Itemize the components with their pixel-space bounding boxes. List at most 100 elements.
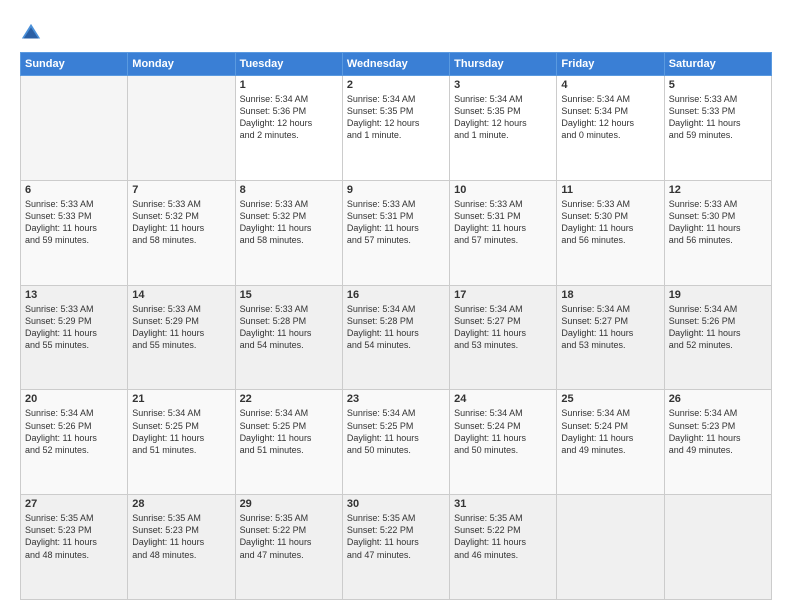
- cell-line: Sunrise: 5:35 AM: [454, 512, 552, 524]
- cell-line: Daylight: 11 hours: [25, 536, 123, 548]
- cell-line: Sunset: 5:34 PM: [561, 105, 659, 117]
- cell-line: Sunset: 5:29 PM: [25, 315, 123, 327]
- cell-line: Sunrise: 5:34 AM: [454, 407, 552, 419]
- cell-line: Daylight: 11 hours: [454, 536, 552, 548]
- cell-line: Sunset: 5:23 PM: [669, 420, 767, 432]
- day-number: 26: [669, 393, 767, 405]
- calendar-cell: 22Sunrise: 5:34 AMSunset: 5:25 PMDayligh…: [235, 390, 342, 495]
- cell-line: Daylight: 11 hours: [561, 327, 659, 339]
- cell-line: Sunset: 5:33 PM: [669, 105, 767, 117]
- calendar-header-wednesday: Wednesday: [342, 53, 449, 76]
- cell-line: Sunset: 5:24 PM: [561, 420, 659, 432]
- day-number: 19: [669, 289, 767, 301]
- cell-line: Daylight: 11 hours: [25, 432, 123, 444]
- cell-line: and 55 minutes.: [132, 339, 230, 351]
- day-number: 1: [240, 79, 338, 91]
- cell-line: Daylight: 12 hours: [454, 117, 552, 129]
- cell-line: Sunrise: 5:33 AM: [454, 198, 552, 210]
- cell-line: Daylight: 11 hours: [240, 327, 338, 339]
- cell-line: Sunset: 5:36 PM: [240, 105, 338, 117]
- day-number: 4: [561, 79, 659, 91]
- cell-line: Sunset: 5:26 PM: [25, 420, 123, 432]
- cell-line: Sunset: 5:22 PM: [454, 524, 552, 536]
- calendar-cell: 17Sunrise: 5:34 AMSunset: 5:27 PMDayligh…: [450, 285, 557, 390]
- cell-line: and 58 minutes.: [132, 234, 230, 246]
- cell-line: and 46 minutes.: [454, 549, 552, 561]
- header: [20, 18, 772, 44]
- cell-line: Sunrise: 5:34 AM: [240, 407, 338, 419]
- calendar-cell: 20Sunrise: 5:34 AMSunset: 5:26 PMDayligh…: [21, 390, 128, 495]
- cell-line: Sunset: 5:25 PM: [240, 420, 338, 432]
- cell-line: Daylight: 11 hours: [25, 327, 123, 339]
- cell-line: and 59 minutes.: [25, 234, 123, 246]
- cell-line: Sunrise: 5:33 AM: [669, 198, 767, 210]
- cell-line: Sunrise: 5:34 AM: [561, 93, 659, 105]
- cell-line: Sunrise: 5:33 AM: [25, 198, 123, 210]
- calendar-cell: 8Sunrise: 5:33 AMSunset: 5:32 PMDaylight…: [235, 180, 342, 285]
- cell-line: Sunrise: 5:33 AM: [240, 198, 338, 210]
- cell-line: Sunrise: 5:34 AM: [669, 303, 767, 315]
- day-number: 31: [454, 498, 552, 510]
- calendar-cell: 16Sunrise: 5:34 AMSunset: 5:28 PMDayligh…: [342, 285, 449, 390]
- cell-line: Daylight: 12 hours: [561, 117, 659, 129]
- cell-line: and 47 minutes.: [347, 549, 445, 561]
- cell-line: and 56 minutes.: [561, 234, 659, 246]
- calendar-cell: 23Sunrise: 5:34 AMSunset: 5:25 PMDayligh…: [342, 390, 449, 495]
- cell-line: Sunrise: 5:33 AM: [347, 198, 445, 210]
- cell-line: Sunset: 5:35 PM: [347, 105, 445, 117]
- day-number: 22: [240, 393, 338, 405]
- calendar-cell: 19Sunrise: 5:34 AMSunset: 5:26 PMDayligh…: [664, 285, 771, 390]
- day-number: 3: [454, 79, 552, 91]
- calendar-week-row: 20Sunrise: 5:34 AMSunset: 5:26 PMDayligh…: [21, 390, 772, 495]
- cell-line: Sunset: 5:33 PM: [25, 210, 123, 222]
- cell-line: Sunset: 5:31 PM: [454, 210, 552, 222]
- logo-icon: [20, 22, 42, 44]
- day-number: 21: [132, 393, 230, 405]
- day-number: 6: [25, 184, 123, 196]
- cell-line: Sunset: 5:24 PM: [454, 420, 552, 432]
- day-number: 14: [132, 289, 230, 301]
- calendar-cell: 4 Sunrise: 5:34 AMSunset: 5:34 PMDaylight…: [557, 76, 664, 181]
- cell-line: and 54 minutes.: [240, 339, 338, 351]
- day-number: 15: [240, 289, 338, 301]
- cell-line: Daylight: 11 hours: [240, 536, 338, 548]
- cell-line: Sunrise: 5:35 AM: [132, 512, 230, 524]
- calendar-cell: 7Sunrise: 5:33 AMSunset: 5:32 PMDaylight…: [128, 180, 235, 285]
- calendar-cell: [664, 495, 771, 600]
- cell-line: Daylight: 11 hours: [25, 222, 123, 234]
- cell-line: and 53 minutes.: [454, 339, 552, 351]
- cell-line: Sunrise: 5:34 AM: [454, 303, 552, 315]
- cell-line: Sunrise: 5:35 AM: [240, 512, 338, 524]
- calendar-cell: 13Sunrise: 5:33 AMSunset: 5:29 PMDayligh…: [21, 285, 128, 390]
- calendar-cell: 21Sunrise: 5:34 AMSunset: 5:25 PMDayligh…: [128, 390, 235, 495]
- cell-line: and 53 minutes.: [561, 339, 659, 351]
- cell-line: and 52 minutes.: [25, 444, 123, 456]
- calendar-cell: 30Sunrise: 5:35 AMSunset: 5:22 PMDayligh…: [342, 495, 449, 600]
- calendar-week-row: 1 Sunrise: 5:34 AM Sunset: 5:36 PM Daylight…: [21, 76, 772, 181]
- day-number: 18: [561, 289, 659, 301]
- cell-line: Sunset: 5:30 PM: [561, 210, 659, 222]
- cell-line: Sunset: 5:27 PM: [454, 315, 552, 327]
- cell-line: Daylight: 12 hours: [347, 117, 445, 129]
- calendar-cell: 1Sunrise: 5:34 AMSunset: 5:36 PMDaylight…: [235, 76, 342, 181]
- cell-line: Sunrise: 5:35 AM: [347, 512, 445, 524]
- calendar-cell: 24Sunrise: 5:34 AMSunset: 5:24 PMDayligh…: [450, 390, 557, 495]
- cell-line: Sunset: 5:35 PM: [454, 105, 552, 117]
- cell-line: Sunrise: 5:34 AM: [347, 407, 445, 419]
- cell-line: Sunrise: 5:33 AM: [240, 303, 338, 315]
- cell-line: Daylight: 11 hours: [132, 222, 230, 234]
- cell-line: Sunset: 5:32 PM: [240, 210, 338, 222]
- day-number: 10: [454, 184, 552, 196]
- calendar-cell: 10Sunrise: 5:33 AMSunset: 5:31 PMDayligh…: [450, 180, 557, 285]
- cell-line: Sunset: 5:23 PM: [132, 524, 230, 536]
- cell-line: Sunset: 5:30 PM: [669, 210, 767, 222]
- cell-line: Sunset: 5:31 PM: [347, 210, 445, 222]
- calendar-cell: 5Sunrise: 5:33 AMSunset: 5:33 PMDaylight…: [664, 76, 771, 181]
- day-number: 5: [669, 79, 767, 91]
- calendar-cell: [557, 495, 664, 600]
- day-number: 30: [347, 498, 445, 510]
- day-number: 13: [25, 289, 123, 301]
- cell-line: Sunrise: 5:35 AM: [25, 512, 123, 524]
- cell-line: Sunrise: 5:34 AM: [669, 407, 767, 419]
- cell-line: Daylight: 11 hours: [347, 222, 445, 234]
